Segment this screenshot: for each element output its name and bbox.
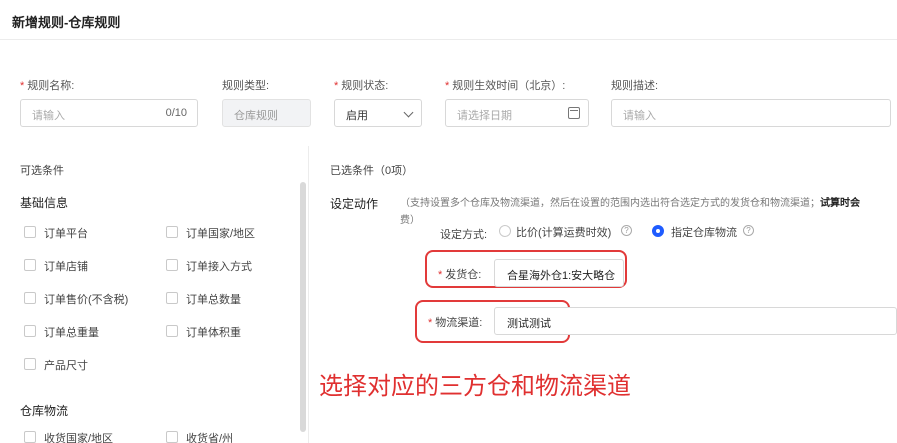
checkbox-icon[interactable] xyxy=(24,292,36,304)
available-conditions-panel: 可选条件 基础信息 订单平台 订单国家/地区 订单店铺 订单接入方式 订单售价(… xyxy=(0,146,309,443)
rule-status-label: * 规则状态: xyxy=(334,80,389,92)
checkbox-icon[interactable] xyxy=(24,226,36,238)
rule-desc-label: 规则描述: xyxy=(611,80,659,92)
channel-label: * 物流渠道: xyxy=(428,317,483,329)
condition-label: 订单平台 xyxy=(44,228,88,240)
condition-label: 订单总重量 xyxy=(44,327,99,339)
instruction-annotation: 选择对应的三方仓和物流渠道 xyxy=(319,373,631,400)
checkbox-icon[interactable] xyxy=(24,431,36,443)
effective-date-placeholder: 请选择日期 xyxy=(457,110,512,122)
channel-value: 测试测试 xyxy=(507,318,551,330)
rule-desc-input[interactable]: 请输入 xyxy=(611,99,891,127)
radio-specify-warehouse-label[interactable]: 指定仓库物流 xyxy=(671,224,737,240)
rule-type-input: 仓库规则 xyxy=(222,99,311,127)
condition-label: 收货省/州 xyxy=(186,433,234,443)
checkbox-icon[interactable] xyxy=(24,325,36,337)
rule-type-value: 仓库规则 xyxy=(234,110,278,122)
rule-name-char-count: 0/10 xyxy=(165,107,187,119)
available-conditions-header: 可选条件 xyxy=(20,165,64,177)
ship-method-label: 设定方式: xyxy=(440,229,488,241)
condition-label: 订单国家/地区 xyxy=(186,228,256,240)
checkbox-icon[interactable] xyxy=(166,325,178,337)
warehouse-logistics-title: 仓库物流 xyxy=(20,404,69,418)
warehouse-select[interactable]: 合星海外仓1:安大略仓 xyxy=(494,259,624,287)
chevron-down-icon xyxy=(403,107,414,118)
help-icon[interactable]: ? xyxy=(621,225,632,236)
rule-name-placeholder: 请输入 xyxy=(32,110,65,122)
action-hint-text-cont: 费） xyxy=(400,215,420,226)
checkbox-icon[interactable] xyxy=(166,259,178,271)
radio-compare-price[interactable] xyxy=(499,225,511,237)
rule-name-label: * 规则名称: xyxy=(20,80,75,92)
radio-compare-price-label[interactable]: 比价(计算运费时效) xyxy=(516,224,611,240)
condition-label: 收货国家/地区 xyxy=(44,433,114,443)
action-hint-text: （支持设置多个仓库及物流渠道，然后在设置的范围内选出符合选定方式的发货仓和物流渠… xyxy=(400,198,860,209)
condition-label: 产品尺寸 xyxy=(44,360,88,372)
warehouse-label: * 发货仓: xyxy=(438,269,482,281)
rule-status-select[interactable]: 启用 xyxy=(334,99,422,127)
set-action-label: 设定动作 xyxy=(330,197,379,211)
rule-type-label: 规则类型: xyxy=(222,80,270,92)
selected-conditions-header: 已选条件（0项） xyxy=(330,165,414,177)
radio-specify-warehouse[interactable] xyxy=(652,225,664,237)
condition-label: 订单售价(不含税) xyxy=(44,294,129,306)
condition-label: 订单体积重 xyxy=(186,327,241,339)
rule-form-row: * 规则名称: 请输入 0/10 规则类型: 仓库规则 * 规则状态: 启用 * 规则… xyxy=(0,68,897,138)
channel-select[interactable]: 测试测试 xyxy=(494,307,897,335)
checkbox-icon[interactable] xyxy=(24,259,36,271)
basic-info-title: 基础信息 xyxy=(20,196,69,210)
calendar-icon xyxy=(568,107,580,119)
condition-label: 订单店铺 xyxy=(44,261,88,273)
rule-desc-placeholder: 请输入 xyxy=(623,110,656,122)
effective-date-picker[interactable]: 请选择日期 xyxy=(445,99,589,127)
conditions-scrollbar[interactable] xyxy=(300,182,306,432)
rule-name-input[interactable]: 请输入 0/10 xyxy=(20,99,198,127)
warehouse-value: 合星海外仓1:安大略仓 xyxy=(507,270,616,282)
condition-label: 订单总数量 xyxy=(186,294,241,306)
help-icon[interactable]: ? xyxy=(743,225,754,236)
checkbox-icon[interactable] xyxy=(166,431,178,443)
page-title: 新增规则-仓库规则 xyxy=(12,15,121,30)
checkbox-icon[interactable] xyxy=(24,358,36,370)
checkbox-icon[interactable] xyxy=(166,226,178,238)
checkbox-icon[interactable] xyxy=(166,292,178,304)
condition-label: 订单接入方式 xyxy=(186,261,252,273)
effective-time-label: * 规则生效时间（北京）: xyxy=(445,80,566,92)
page-header: 新增规则-仓库规则 xyxy=(0,0,897,40)
rule-status-value: 启用 xyxy=(346,110,368,122)
